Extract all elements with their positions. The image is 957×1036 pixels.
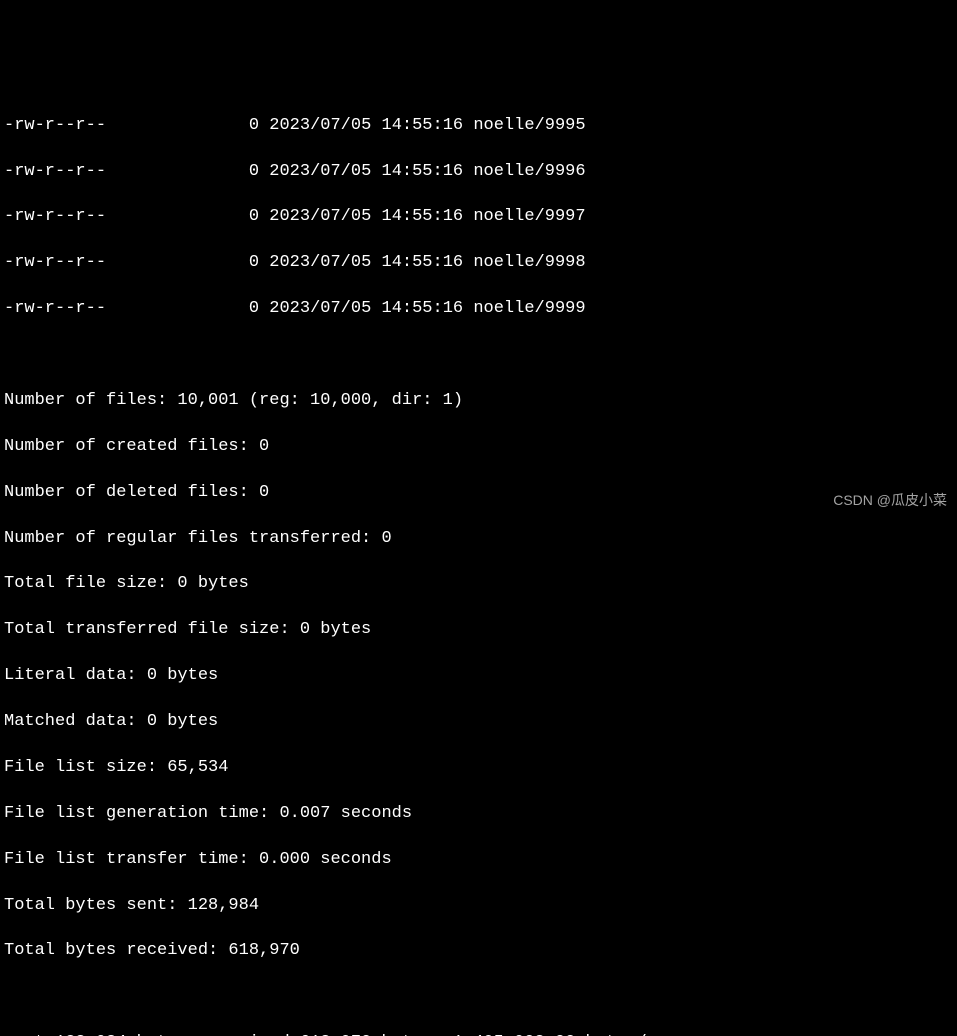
file-size: 0 xyxy=(249,116,259,135)
file-size: 0 xyxy=(249,299,259,318)
summary-sent-received: sent 128,984 bytes received 618,970 byte… xyxy=(4,1032,953,1036)
file-date: 2023/07/05 xyxy=(269,162,371,181)
file-size: 0 xyxy=(249,253,259,272)
file-name: noelle/9996 xyxy=(473,162,585,181)
file-date: 2023/07/05 xyxy=(269,253,371,272)
file-size: 0 xyxy=(249,162,259,181)
stat-matched-data: Matched data: 0 bytes xyxy=(4,711,953,734)
file-listing-row: -rw-r--r-- 0 2023/07/05 14:55:16 noelle/… xyxy=(4,298,953,321)
stat-num-files: Number of files: 10,001 (reg: 10,000, di… xyxy=(4,390,953,413)
file-listing-row: -rw-r--r-- 0 2023/07/05 14:55:16 noelle/… xyxy=(4,161,953,184)
stat-deleted-files: Number of deleted files: 0 xyxy=(4,482,953,505)
file-time: 14:55:16 xyxy=(382,116,464,135)
file-date: 2023/07/05 xyxy=(269,207,371,226)
stat-total-transferred-size: Total transferred file size: 0 bytes xyxy=(4,619,953,642)
file-perms: -rw-r--r-- xyxy=(4,162,106,181)
file-time: 14:55:16 xyxy=(382,162,464,181)
blank-line xyxy=(4,344,953,367)
file-name: noelle/9995 xyxy=(473,116,585,135)
stat-regular-transferred: Number of regular files transferred: 0 xyxy=(4,528,953,551)
file-name: noelle/9997 xyxy=(473,207,585,226)
stat-total-file-size: Total file size: 0 bytes xyxy=(4,573,953,596)
file-perms: -rw-r--r-- xyxy=(4,253,106,272)
file-time: 14:55:16 xyxy=(382,207,464,226)
file-time: 14:55:16 xyxy=(382,253,464,272)
stat-file-list-transfer-time: File list transfer time: 0.000 seconds xyxy=(4,849,953,872)
terminal-output: -rw-r--r-- 0 2023/07/05 14:55:16 noelle/… xyxy=(0,92,957,1036)
stat-file-list-gen-time: File list generation time: 0.007 seconds xyxy=(4,803,953,826)
stat-file-list-size: File list size: 65,534 xyxy=(4,757,953,780)
stat-total-bytes-received: Total bytes received: 618,970 xyxy=(4,940,953,963)
file-time: 14:55:16 xyxy=(382,299,464,318)
file-name: noelle/9999 xyxy=(473,299,585,318)
blank-line xyxy=(4,986,953,1009)
file-perms: -rw-r--r-- xyxy=(4,116,106,135)
file-name: noelle/9998 xyxy=(473,253,585,272)
file-listing-row: -rw-r--r-- 0 2023/07/05 14:55:16 noelle/… xyxy=(4,206,953,229)
watermark: CSDN @瓜皮小菜 xyxy=(833,491,947,510)
file-perms: -rw-r--r-- xyxy=(4,207,106,226)
stat-literal-data: Literal data: 0 bytes xyxy=(4,665,953,688)
file-date: 2023/07/05 xyxy=(269,116,371,135)
file-perms: -rw-r--r-- xyxy=(4,299,106,318)
file-listing-row: -rw-r--r-- 0 2023/07/05 14:55:16 noelle/… xyxy=(4,115,953,138)
file-date: 2023/07/05 xyxy=(269,299,371,318)
stat-total-bytes-sent: Total bytes sent: 128,984 xyxy=(4,895,953,918)
stat-created-files: Number of created files: 0 xyxy=(4,436,953,459)
file-size: 0 xyxy=(249,207,259,226)
file-listing-row: -rw-r--r-- 0 2023/07/05 14:55:16 noelle/… xyxy=(4,252,953,275)
